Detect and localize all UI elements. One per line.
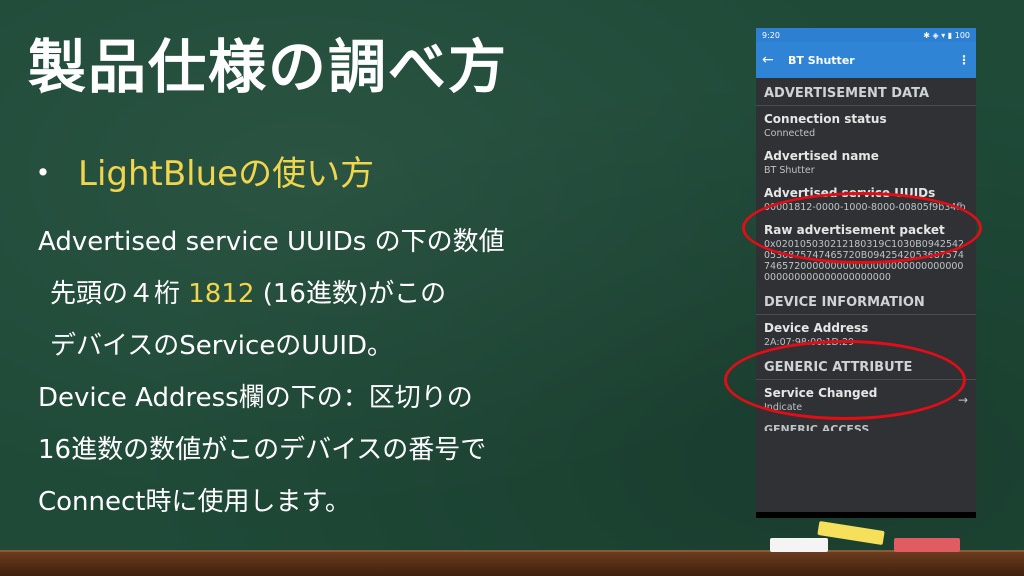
- connection-status-label: Connection status: [764, 112, 887, 126]
- status-bar: 9:20 ✱ ◈ ▾ ▮ 100: [756, 28, 976, 42]
- device-address-label: Device Address: [764, 321, 869, 335]
- advertised-name-item: Advertised name BT Shutter: [756, 143, 976, 180]
- arrow-right-icon: →: [957, 392, 968, 407]
- advertised-name-label: Advertised name: [764, 149, 879, 163]
- bullet-heading-text: LightBlueの使い方: [78, 154, 375, 194]
- app-title: BT Shutter: [788, 53, 855, 67]
- bullet-dot: ・: [26, 154, 60, 194]
- bullet-heading: ・ LightBlueの使い方: [26, 146, 374, 195]
- advertised-name-value: BT Shutter: [764, 165, 815, 176]
- explanation-line-6: Connect時に使用します。: [38, 487, 351, 517]
- explanation-line-2-a: 先頭の４桁: [50, 279, 189, 309]
- explanation-line-1: Advertised service UUIDs の下の数値: [38, 227, 505, 257]
- connection-status-item: Connection status Connected: [756, 106, 976, 143]
- chalk-red: [894, 538, 960, 552]
- app-bar: ← BT Shutter ⋮: [756, 42, 976, 78]
- explanation-line-4: Device Address欄の下の：区切りの: [38, 383, 473, 413]
- chalkboard: 製品仕様の調べ方 ・ LightBlueの使い方 Advertised servi…: [0, 0, 1024, 576]
- overflow-menu-icon[interactable]: ⋮: [958, 53, 970, 67]
- phone-screenshot: 9:20 ✱ ◈ ▾ ▮ 100 ← BT Shutter ⋮ ADVERTIS…: [756, 28, 976, 518]
- explanation-line-3: デバイスのServiceのUUID。: [50, 331, 394, 361]
- explanation-line-5: 16進数の数値がこのデバイスの番号で: [38, 435, 487, 465]
- back-arrow-icon[interactable]: ←: [762, 52, 788, 68]
- section-device-information: DEVICE INFORMATION: [756, 287, 976, 315]
- connection-status-value: Connected: [764, 128, 816, 139]
- status-time: 9:20: [762, 30, 780, 40]
- chalk-tray: [0, 550, 1024, 576]
- uuid-highlight: 1812: [188, 279, 255, 309]
- explanation-line-2: 先頭の４桁 1812 (16進数)がこの: [38, 268, 505, 320]
- explanation-line-2-b: (16進数)がこの: [254, 279, 447, 309]
- page-title: 製品仕様の調べ方: [28, 33, 509, 101]
- highlight-circle-address: [724, 340, 966, 420]
- nav-bar: [756, 512, 976, 518]
- explanation-text: Advertised service UUIDs の下の数値 先頭の４桁 181…: [38, 216, 505, 528]
- highlight-circle-uuid: [742, 192, 982, 264]
- status-icons: ✱ ◈ ▾ ▮ 100: [923, 30, 970, 40]
- section-advertisement-data: ADVERTISEMENT DATA: [756, 78, 976, 106]
- chalk-white: [770, 538, 828, 552]
